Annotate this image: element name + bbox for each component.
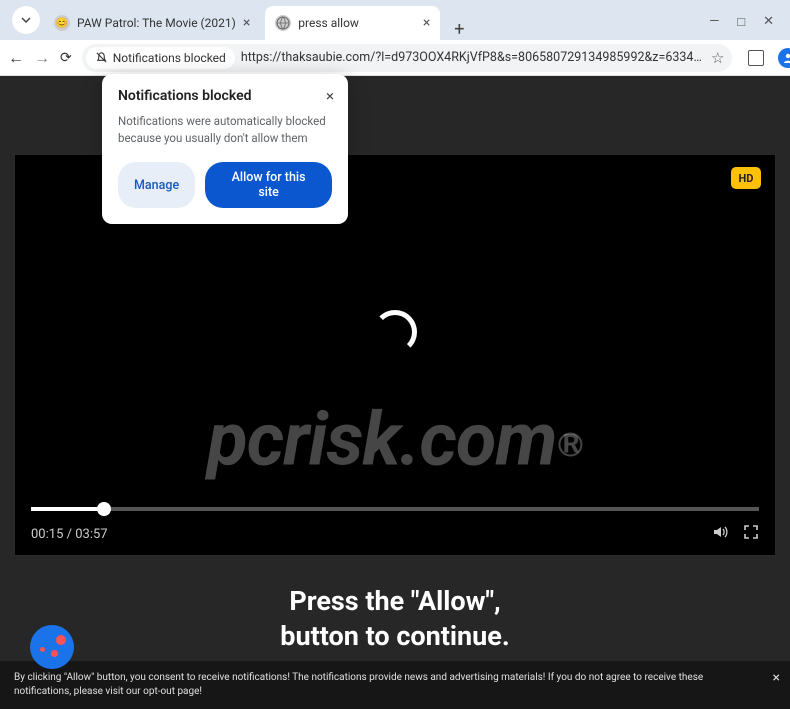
tab-press-allow[interactable]: press allow × [265, 6, 440, 40]
maximize-button[interactable]: □ [737, 14, 745, 30]
hd-badge: HD [731, 167, 761, 189]
minimize-button[interactable]: — [709, 14, 719, 30]
floating-extension-bubble[interactable] [30, 625, 74, 669]
allow-for-site-button[interactable]: Allow for this site [205, 162, 332, 208]
notifications-blocked-popup: Notifications blocked × Notifications we… [102, 74, 348, 224]
disclosure-text: By clicking "Allow" button, you consent … [14, 672, 703, 697]
extensions-icon[interactable] [748, 50, 764, 66]
loading-spinner-icon [373, 310, 417, 354]
tab-title: PAW Patrol: The Movie (2021) [77, 16, 236, 30]
address-bar[interactable]: Notifications blocked https://thaksaubie… [82, 44, 733, 72]
press-line-1: Press the "Allow", [0, 584, 790, 619]
notifications-blocked-chip[interactable]: Notifications blocked [86, 47, 235, 69]
browser-toolbar: ← → ⟳ Notifications blocked https://thak… [0, 40, 790, 76]
popup-body: Notifications were automatically blocked… [118, 113, 332, 146]
tab-search-dropdown[interactable] [12, 6, 40, 34]
browser-titlebar: 😊 PAW Patrol: The Movie (2021) × press a… [0, 0, 790, 40]
back-button[interactable]: ← [8, 48, 24, 68]
close-icon[interactable]: × [423, 15, 430, 31]
disclosure-bar: By clicking "Allow" button, you consent … [0, 661, 790, 709]
progress-thumb[interactable] [97, 502, 111, 516]
globe-icon [275, 15, 291, 31]
fullscreen-icon[interactable] [743, 524, 759, 544]
press-line-2: button to continue. [0, 619, 790, 654]
player-controls: 00:15 / 03:57 [15, 497, 775, 555]
reload-button[interactable]: ⟳ [60, 50, 72, 66]
close-window-button[interactable]: ✕ [763, 14, 774, 30]
bell-slash-icon [95, 51, 108, 64]
toolbar-right: ⋮ [742, 48, 790, 68]
new-tab-button[interactable]: + [445, 19, 473, 40]
chevron-down-icon [21, 15, 31, 25]
chip-label: Notifications blocked [113, 51, 226, 65]
tab-favicon: 😊 [54, 15, 70, 31]
close-icon[interactable]: × [243, 15, 250, 31]
tab-title: press allow [298, 16, 416, 30]
close-icon[interactable]: × [773, 669, 780, 689]
popup-title: Notifications blocked [118, 88, 332, 104]
time-display: 00:15 / 03:57 [31, 527, 108, 542]
time-sep: / [63, 527, 75, 542]
profile-avatar[interactable] [778, 48, 790, 68]
press-allow-heading: Press the "Allow", button to continue. [0, 584, 790, 654]
progress-fill [31, 507, 104, 511]
url-text: https://thaksaubie.com/?l=d973OOX4RKjVfP… [241, 50, 705, 65]
window-controls: — □ ✕ [709, 14, 790, 40]
time-total: 03:57 [75, 527, 107, 542]
forward-button[interactable]: → [34, 48, 50, 68]
volume-icon[interactable] [711, 523, 729, 545]
tab-paw-patrol[interactable]: 😊 PAW Patrol: The Movie (2021) × [44, 6, 260, 40]
manage-button[interactable]: Manage [118, 162, 195, 208]
bookmark-star-icon[interactable]: ☆ [711, 49, 724, 67]
close-icon[interactable]: × [326, 87, 334, 105]
progress-bar[interactable] [31, 507, 759, 511]
time-current: 00:15 [31, 527, 63, 542]
